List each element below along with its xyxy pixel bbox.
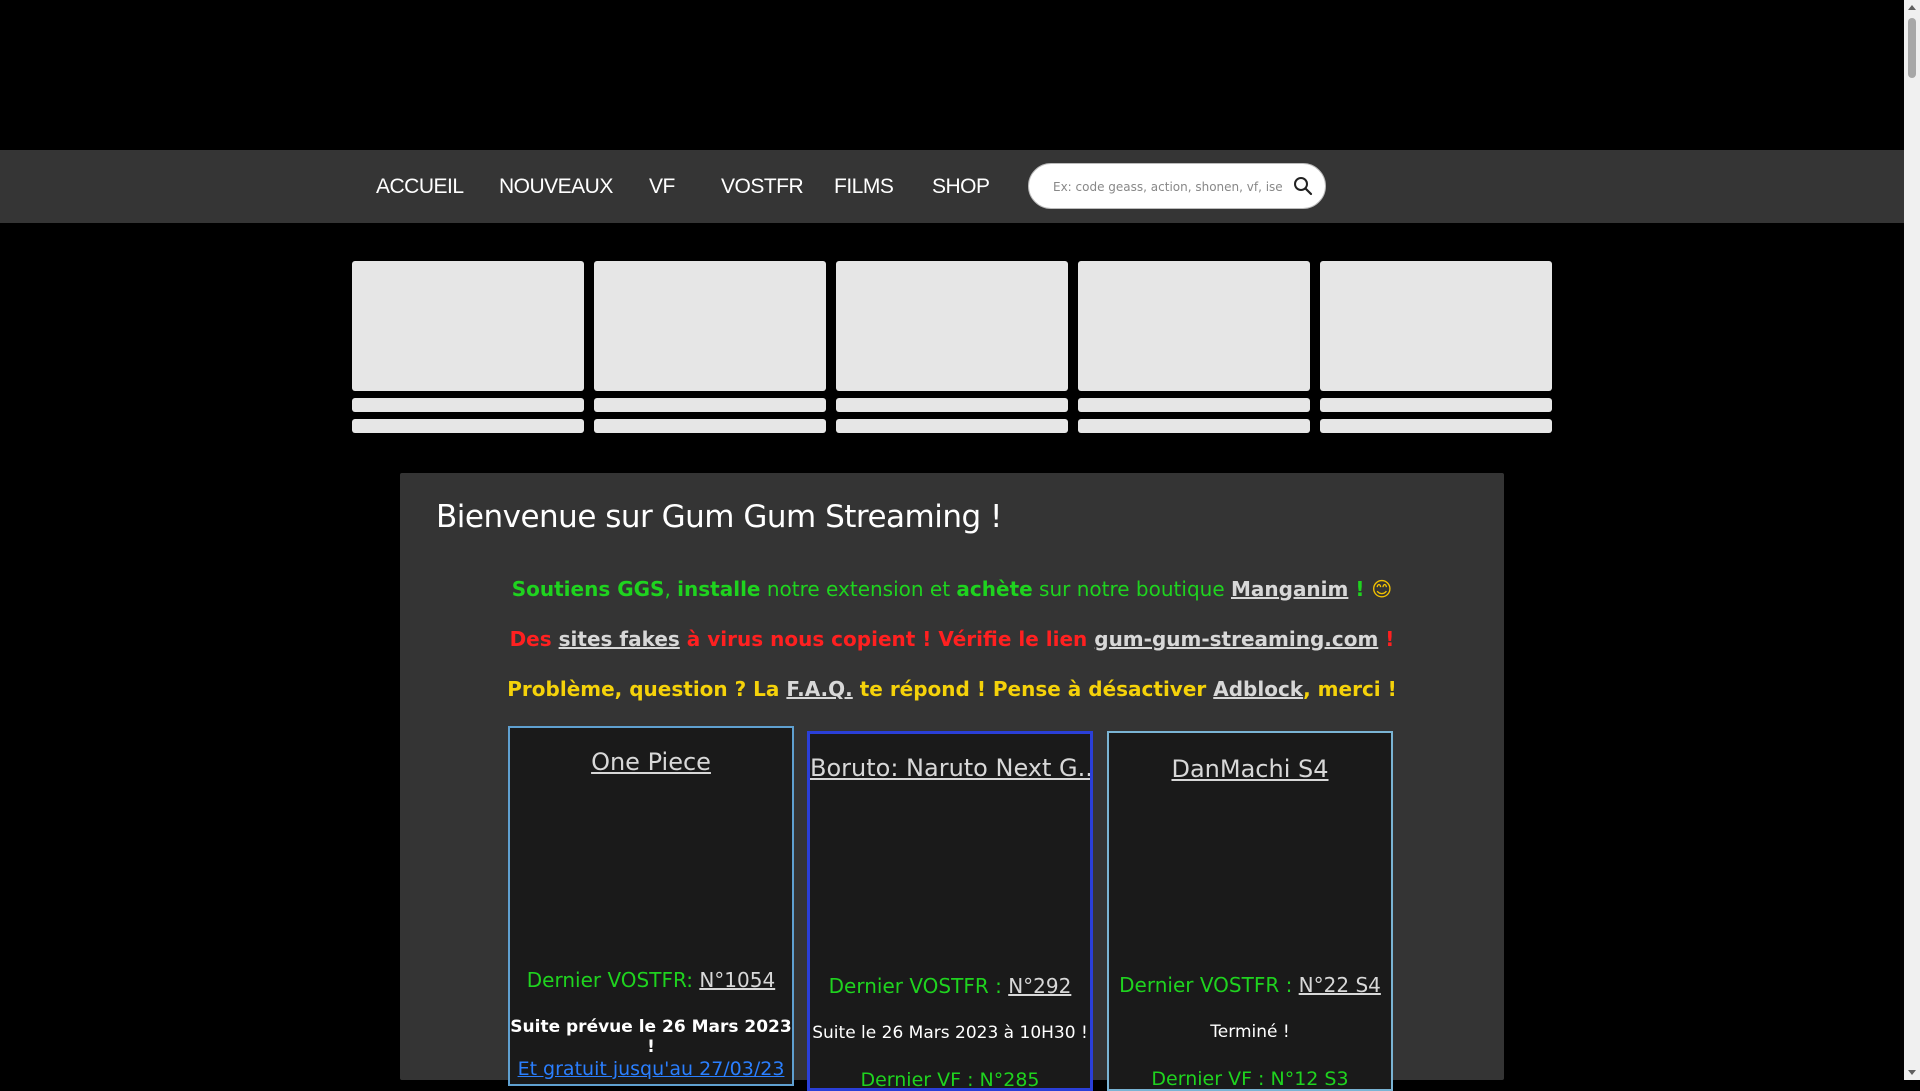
next-episode-info: Terminé ! — [1210, 1022, 1290, 1042]
manganim-link[interactable]: Manganim — [1231, 577, 1348, 601]
placeholder-line — [352, 398, 584, 412]
latest-episode: Dernier VOSTFR: N°1054 — [510, 968, 792, 992]
adblock-link[interactable]: Adblock — [1213, 677, 1303, 701]
support-text: sur notre boutique — [1032, 577, 1231, 601]
next-episode-info: Suite prévue le 26 Mars 2023 ! — [510, 1017, 792, 1057]
latest-episode-link[interactable]: N°292 — [1008, 974, 1071, 998]
warning-text: ! — [1378, 627, 1395, 651]
placeholder-line — [1320, 419, 1552, 433]
latest-episode: Dernier VOSTFR : N°22 S4 — [1109, 973, 1391, 997]
faq-text: te répond ! Pense à désactiver — [852, 677, 1214, 701]
anime-card-one-piece[interactable]: One Piece Dernier VOSTFR: N°1054 Suite p… — [508, 726, 794, 1086]
anime-card-danmachi[interactable]: DanMachi S4 Dernier VOSTFR : N°22 S4 Ter… — [1107, 731, 1393, 1091]
latest-episode: Dernier VOSTFR : N°292 — [810, 974, 1090, 998]
warning-text: Des — [509, 627, 559, 651]
placeholder-line — [836, 419, 1068, 433]
free-until-info[interactable]: Et gratuit jusqu'au 27/03/23 — [510, 1058, 792, 1080]
search-box — [1028, 163, 1326, 209]
anime-card-title[interactable]: DanMachi S4 — [1109, 755, 1391, 783]
placeholder-line — [1078, 419, 1310, 433]
placeholder-line — [1078, 398, 1310, 412]
anime-card-title[interactable]: Boruto: Naruto Next G.. — [810, 754, 1090, 782]
fake-sites-link[interactable]: sites fakes — [559, 627, 680, 651]
support-text: installe — [677, 577, 761, 601]
placeholder-thumbnail — [1320, 261, 1552, 391]
placeholder-thumbnail — [1078, 261, 1310, 391]
support-text: notre extension et — [760, 577, 957, 601]
warning-text: à virus nous copient ! Vérifie le lien — [679, 627, 1095, 651]
main-nav: ACCUEIL NOUVEAUX VF VOSTFR FILMS SHOP — [0, 150, 1904, 223]
faq-text: Problème, question ? La — [507, 677, 787, 701]
welcome-panel: Bienvenue sur Gum Gum Streaming ! Soutie… — [400, 473, 1504, 1091]
nav-accueil[interactable]: ACCUEIL — [376, 150, 464, 223]
latest-label: Dernier VOSTFR: — [526, 968, 700, 992]
faq-text: , merci ! — [1303, 677, 1397, 701]
nav-nouveaux[interactable]: NOUVEAUX — [499, 150, 613, 223]
page-scrollbar[interactable] — [1904, 0, 1920, 1080]
carousel-placeholder — [352, 261, 584, 433]
placeholder-line — [352, 419, 584, 433]
carousel-placeholder — [1078, 261, 1310, 433]
placeholder-line — [594, 419, 826, 433]
nav-films[interactable]: FILMS — [834, 150, 894, 223]
search-icon[interactable] — [1293, 176, 1313, 196]
latest-label: Dernier VOSTFR : — [828, 974, 1009, 998]
nav-vostfr[interactable]: VOSTFR — [721, 150, 804, 223]
anime-card-boruto[interactable]: Boruto: Naruto Next G.. Dernier VOSTFR :… — [807, 731, 1093, 1091]
support-text: ! — [1348, 577, 1372, 601]
faq-message: Problème, question ? La F.A.Q. te répond… — [400, 677, 1504, 701]
latest-vf-info[interactable]: Dernier VF : N°12 S3 — [1109, 1068, 1391, 1089]
search-input[interactable] — [1051, 176, 1285, 198]
next-episode-info: Suite le 26 Mars 2023 à 10H30 ! — [812, 1023, 1088, 1043]
placeholder-line — [594, 398, 826, 412]
placeholder-line — [1320, 398, 1552, 412]
carousel-placeholder — [594, 261, 826, 433]
support-text: achète — [956, 577, 1033, 601]
nav-shop[interactable]: SHOP — [932, 150, 990, 223]
scrollbar-thumb[interactable] — [1908, 18, 1916, 78]
latest-episode-link[interactable]: N°1054 — [699, 968, 775, 992]
anime-card-title[interactable]: One Piece — [510, 748, 792, 776]
top-banner — [0, 0, 1904, 150]
placeholder-line — [836, 398, 1068, 412]
latest-label: Dernier VOSTFR : — [1119, 973, 1299, 997]
faq-link[interactable]: F.A.Q. — [786, 677, 852, 701]
welcome-title: Bienvenue sur Gum Gum Streaming ! — [436, 499, 1002, 535]
fake-sites-warning: Des sites fakes à virus nous copient ! V… — [400, 627, 1504, 651]
placeholder-thumbnail — [836, 261, 1068, 391]
placeholder-thumbnail — [352, 261, 584, 391]
official-domain-link[interactable]: gum-gum-streaming.com — [1094, 627, 1378, 651]
smile-emoji-icon: 😊 — [1371, 577, 1393, 601]
latest-episode-link[interactable]: N°22 S4 — [1299, 973, 1381, 997]
latest-vf-info[interactable]: Dernier VF : N°285 — [810, 1069, 1090, 1088]
support-text: , — [664, 577, 678, 601]
scroll-up-arrow-icon[interactable] — [1908, 5, 1916, 10]
carousel-placeholder — [836, 261, 1068, 433]
placeholder-thumbnail — [594, 261, 826, 391]
nav-vf[interactable]: VF — [649, 150, 675, 223]
scroll-down-arrow-icon[interactable] — [1908, 1070, 1916, 1075]
support-message: Soutiens GGS, installe notre extension e… — [400, 577, 1504, 601]
carousel-placeholder — [1320, 261, 1552, 433]
support-text: Soutiens GGS — [511, 577, 665, 601]
